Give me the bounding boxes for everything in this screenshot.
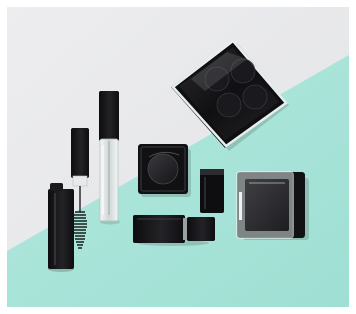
photo-canvas — [7, 7, 349, 307]
mascara-tube — [48, 183, 74, 272]
lipstick-case — [133, 215, 215, 246]
compact-cube — [200, 169, 224, 213]
lip-gloss-tube — [99, 91, 120, 225]
compact-small — [138, 144, 191, 197]
product-photo — [7, 7, 349, 307]
compact-clear-lid — [236, 171, 309, 240]
